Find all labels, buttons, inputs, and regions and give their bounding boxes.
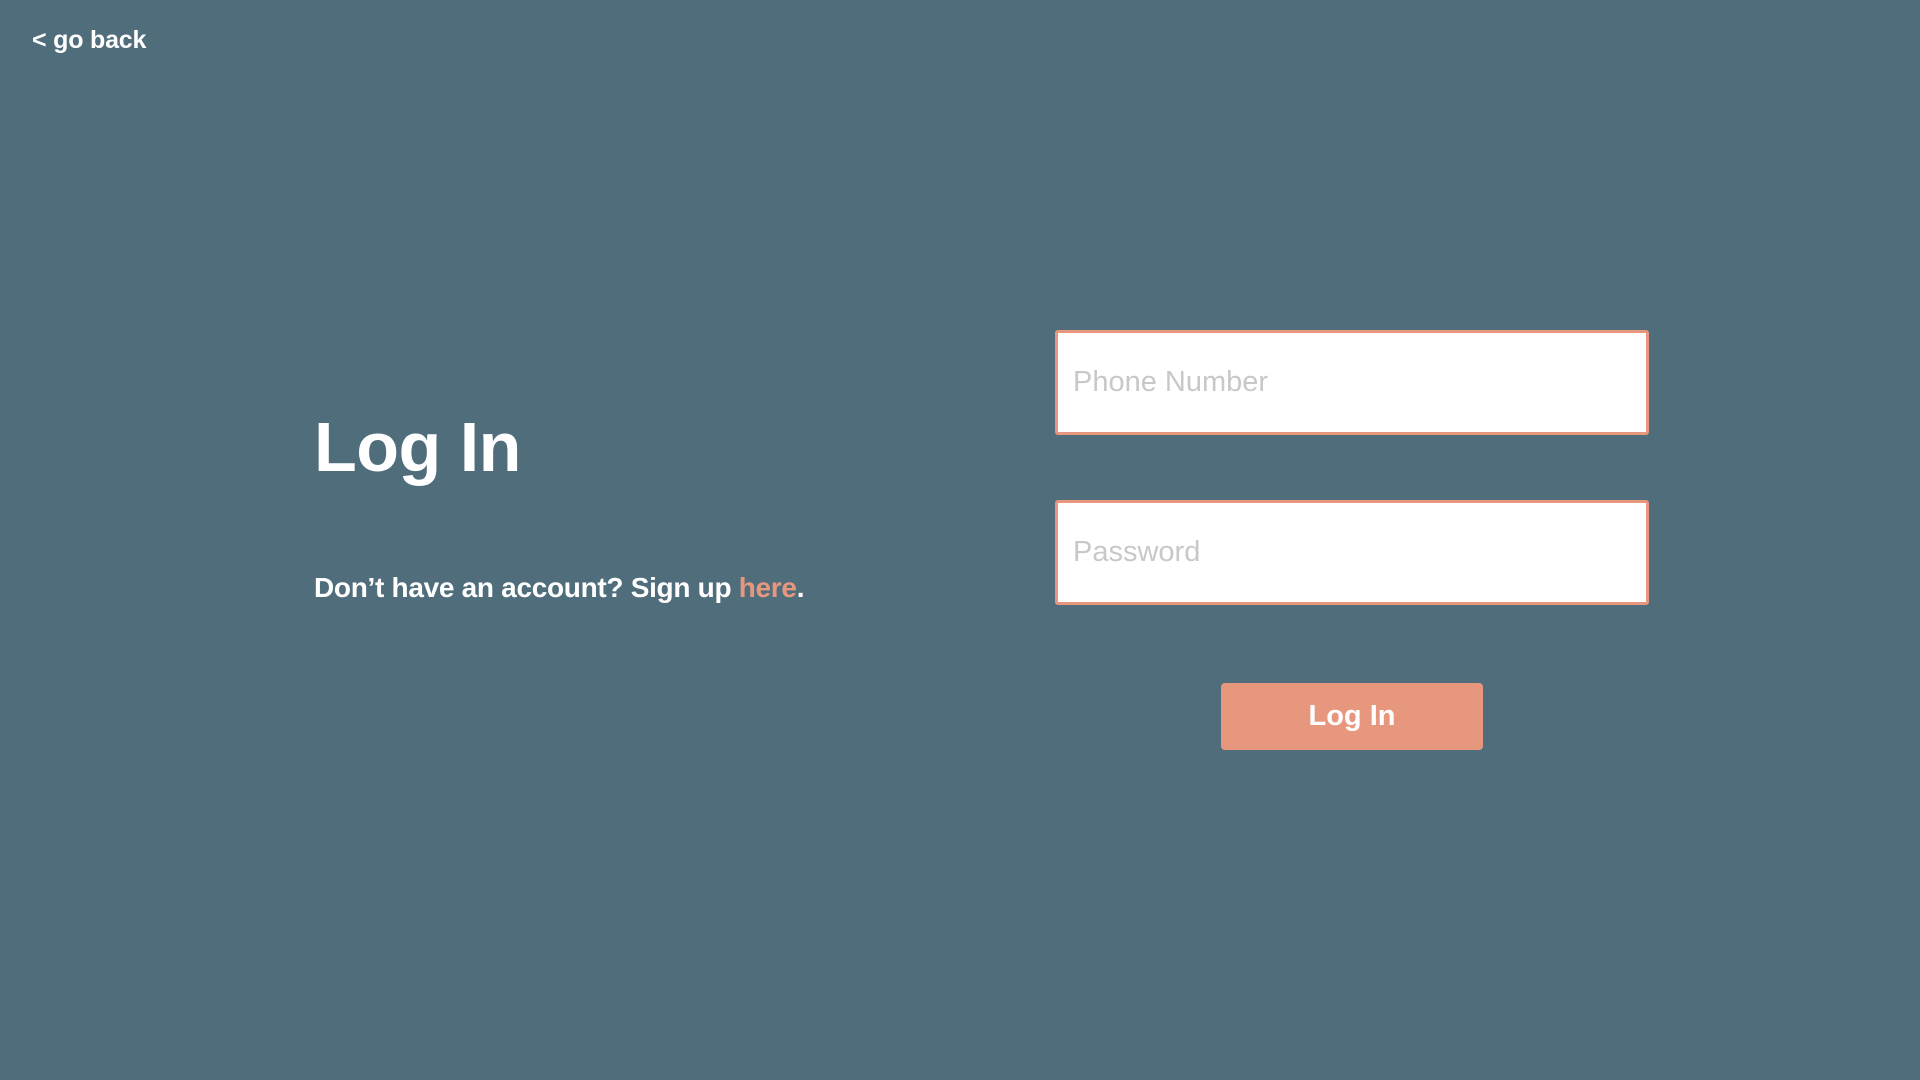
password-input[interactable]	[1055, 500, 1649, 605]
signup-link[interactable]: here	[739, 572, 797, 603]
signup-prompt: Don’t have an account? Sign up here.	[314, 568, 804, 608]
login-button[interactable]: Log In	[1221, 683, 1483, 750]
signup-prompt-suffix: .	[796, 572, 805, 603]
phone-number-input[interactable]	[1055, 330, 1649, 435]
go-back-link[interactable]: < go back	[32, 26, 146, 55]
signup-prompt-text: Don’t have an account? Sign up	[314, 572, 739, 603]
page-title: Log In	[314, 408, 521, 486]
